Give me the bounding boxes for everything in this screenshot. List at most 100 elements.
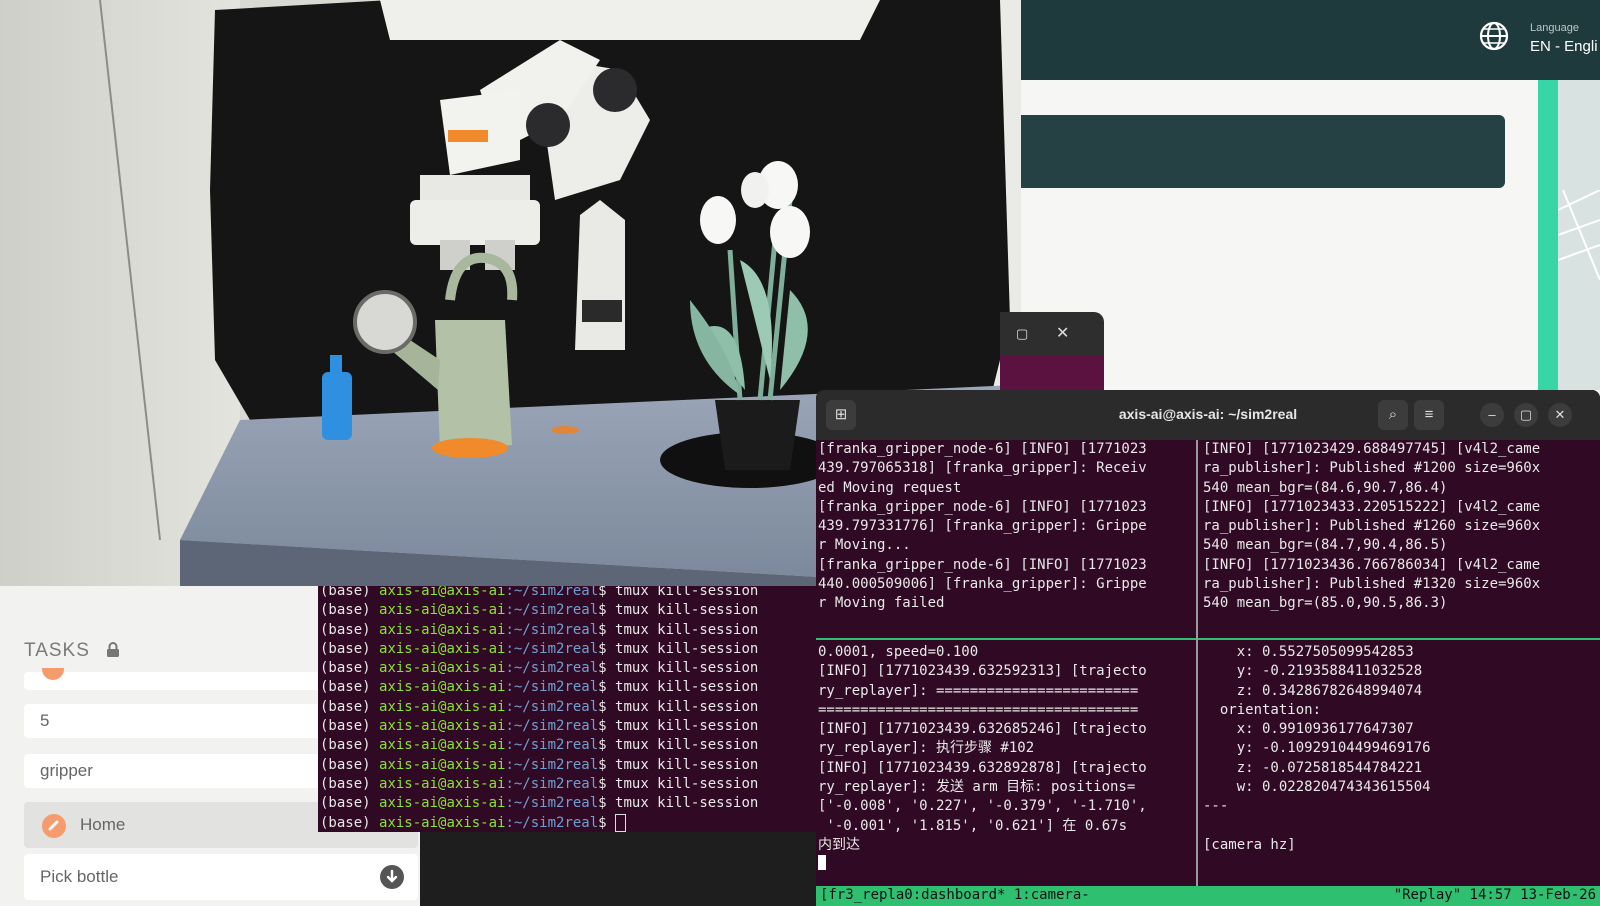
terminal-line: 0.0001, speed=0.100 (818, 644, 979, 660)
search-icon[interactable]: ⌕ (1378, 400, 1408, 430)
menu-icon[interactable]: ≡ (1414, 400, 1444, 430)
shell-command: $ tmux kill-session (598, 775, 759, 792)
terminal-window[interactable]: ⊞ axis-ai@axis-ai: ~/sim2real ⌕ ≡ – ▢ ✕ … (816, 390, 1600, 906)
close-icon[interactable]: ✕ (1056, 323, 1069, 343)
shell-prompt-line: (base) axis-ai@axis-ai:~/sim2real$ tmux … (320, 659, 758, 678)
terminal-line: y: -0.10929104499469176 (1203, 740, 1431, 757)
terminal-line: ['-0.008', '0.227', '-0.379', '-1.710', (818, 798, 1147, 815)
shell-command: $ tmux kill-session (598, 602, 759, 619)
globe-icon[interactable] (1478, 20, 1510, 52)
window-body (1000, 356, 1104, 392)
shell-command: $ tmux kill-session (598, 679, 759, 696)
terminal-line: '-0.001', '1.815', '0.621'] 在 0.67s (818, 817, 1128, 834)
tmux-status-bar: [fr3_repla0:dashboard* 1:camera- "Replay… (816, 886, 1600, 906)
prompt-host: axis-ai@axis-ai (379, 756, 506, 773)
tmux-pane-gripper[interactable]: [franka_gripper_node-6] [INFO] [1771023 4… (816, 440, 1196, 638)
pane-divider-horizontal[interactable] (816, 638, 1600, 640)
terminal-line: ry_replayer]: 执行步骤 #102 (818, 740, 1035, 757)
terminal-line: 540 mean_bgr=(84.7,90.4,86.5) (1203, 537, 1448, 554)
tasks-title: TASKS (24, 640, 90, 661)
maximize-icon[interactable]: ▢ (1016, 326, 1028, 342)
task-icon (42, 668, 64, 680)
terminal-line: [franka_gripper_node-6] [INFO] [1771023 (818, 441, 1147, 457)
prompt-host: axis-ai@axis-ai (379, 814, 506, 831)
text-cursor (818, 855, 826, 871)
prompt-host: axis-ai@axis-ai (379, 737, 506, 754)
prompt-env: (base) (320, 602, 380, 619)
prompt-host: axis-ai@axis-ai (379, 698, 506, 715)
task-label: 5 (40, 711, 50, 730)
terminal-line: r Moving... (818, 537, 911, 554)
terminal-line: 540 mean_bgr=(84.6,90.7,86.4) (1203, 479, 1448, 496)
prompt-env: (base) (320, 718, 380, 735)
shell-prompt-line: (base) axis-ai@axis-ai:~/sim2real$ tmux … (320, 717, 758, 736)
wireframe-preview (1558, 190, 1600, 281)
tmux-status-clock: "Replay" 14:57 13-Feb-26 (1393, 887, 1596, 903)
shell-prompt-line: (base) axis-ai@axis-ai:~/sim2real$ tmux … (320, 678, 758, 697)
terminal-line: w: 0.022820474343615504 (1203, 779, 1431, 796)
prompt-env: (base) (320, 698, 380, 715)
task-label: Pick bottle (40, 867, 119, 886)
shell-command: $ tmux kill-session (598, 698, 759, 715)
prompt-host: axis-ai@axis-ai (379, 775, 506, 792)
shell-prompt-line: (base) axis-ai@axis-ai:~/sim2real$ tmux … (320, 640, 758, 659)
terminal-cursor-line (816, 855, 1196, 874)
terminal-line: [INFO] [1771023429.688497745] [v4l2_came (1203, 441, 1541, 457)
shell-command: $ tmux kill-session (598, 795, 759, 812)
shell-terminal[interactable]: (base) axis-ai@axis-ai:~/sim2real$ tmux … (318, 586, 818, 832)
terminal-line: ra_publisher]: Published #1320 size=960x (1203, 576, 1541, 593)
shell-command: $ tmux kill-session (598, 718, 759, 735)
close-button[interactable]: ✕ (1548, 403, 1572, 427)
text-cursor (615, 813, 627, 832)
terminal-line: [INFO] [1771023439.632892878] [trajecto (818, 759, 1147, 776)
prompt-env: (base) (320, 756, 380, 773)
terminal-line: ====================================== (818, 701, 1139, 718)
download-circle-icon[interactable] (380, 865, 404, 889)
lock-icon (107, 642, 119, 657)
maximize-button[interactable]: ▢ (1514, 403, 1538, 427)
terminal-line: ry_replayer]: 发送 arm 目标: positions= (818, 779, 1136, 796)
prompt-env: (base) (320, 795, 380, 812)
prompt-env: (base) (320, 621, 380, 638)
prompt-path: :~/sim2real (505, 679, 599, 696)
shell-command: $ tmux kill-session (598, 737, 759, 754)
tmux-pane-replayer[interactable]: 0.0001, speed=0.100 [INFO] [1771023439.63… (816, 643, 1196, 886)
tmux-pane-pose[interactable]: x: 0.5527505099542853 y: -0.219358841103… (1201, 643, 1600, 886)
terminal-line: [INFO] [1771023433.220515222] [v4l2_came (1203, 498, 1541, 515)
terminal-line: --- (1203, 798, 1229, 815)
terminal-line: ed Moving request (818, 479, 962, 496)
prompt-env: (base) (320, 679, 380, 696)
shell-output: (base) axis-ai@axis-ai:~/sim2real$ tmux … (320, 586, 758, 832)
shell-command: $ tmux kill-session (598, 586, 759, 599)
tmux-session-windows[interactable]: [fr3_repla0:dashboard* 1:camera- (820, 887, 1090, 903)
prompt-host: axis-ai@axis-ai (379, 640, 506, 657)
prompt-path: :~/sim2real (505, 602, 599, 619)
language-selector[interactable]: EN - Engli (1530, 38, 1598, 55)
shell-command: $ tmux kill-session (598, 640, 759, 657)
task-item-pick-bottle[interactable]: Pick bottle (24, 854, 418, 900)
shell-prompt-line: (base) axis-ai@axis-ai:~/sim2real$ tmux … (320, 736, 758, 755)
prompt-path: :~/sim2real (505, 775, 599, 792)
terminal-line: ry_replayer]: ======================== (818, 682, 1139, 699)
tmux-pane-camera-publisher[interactable]: [INFO] [1771023429.688497745] [v4l2_came… (1201, 440, 1600, 638)
terminal-line: [INFO] [1771023439.632685246] [trajecto (818, 721, 1147, 738)
prompt-path: :~/sim2real (505, 640, 599, 657)
terminal-line: [INFO] [1771023439.632592313] [trajecto (818, 663, 1147, 680)
prompt-host: axis-ai@axis-ai (379, 660, 506, 677)
terminal-line: 439.797065318] [franka_gripper]: Receiv (818, 460, 1147, 477)
prompt-env: (base) (320, 640, 380, 657)
minimize-button[interactable]: – (1480, 403, 1504, 427)
app-header: Language EN - Engli (1000, 0, 1600, 80)
pane-divider-vertical[interactable] (1196, 440, 1198, 886)
terminal-line: [franka_gripper_node-6] [INFO] [1771023 (818, 498, 1147, 515)
shell-prompt-line: (base) axis-ai@axis-ai:~/sim2real$ tmux … (320, 586, 758, 601)
prompt-path: :~/sim2real (505, 737, 599, 754)
shell-prompt-line: (base) axis-ai@axis-ai:~/sim2real$ tmux … (320, 621, 758, 640)
terminal-titlebar[interactable]: ⊞ axis-ai@axis-ai: ~/sim2real ⌕ ≡ – ▢ ✕ (816, 390, 1600, 440)
terminal-line: z: 0.34286782648994074 (1203, 682, 1423, 699)
shell-command: $ tmux kill-session (598, 756, 759, 773)
terminal-line: ra_publisher]: Published #1200 size=960x (1203, 460, 1541, 477)
orange-circle-icon (42, 814, 66, 838)
prompt-path: :~/sim2real (505, 660, 599, 677)
